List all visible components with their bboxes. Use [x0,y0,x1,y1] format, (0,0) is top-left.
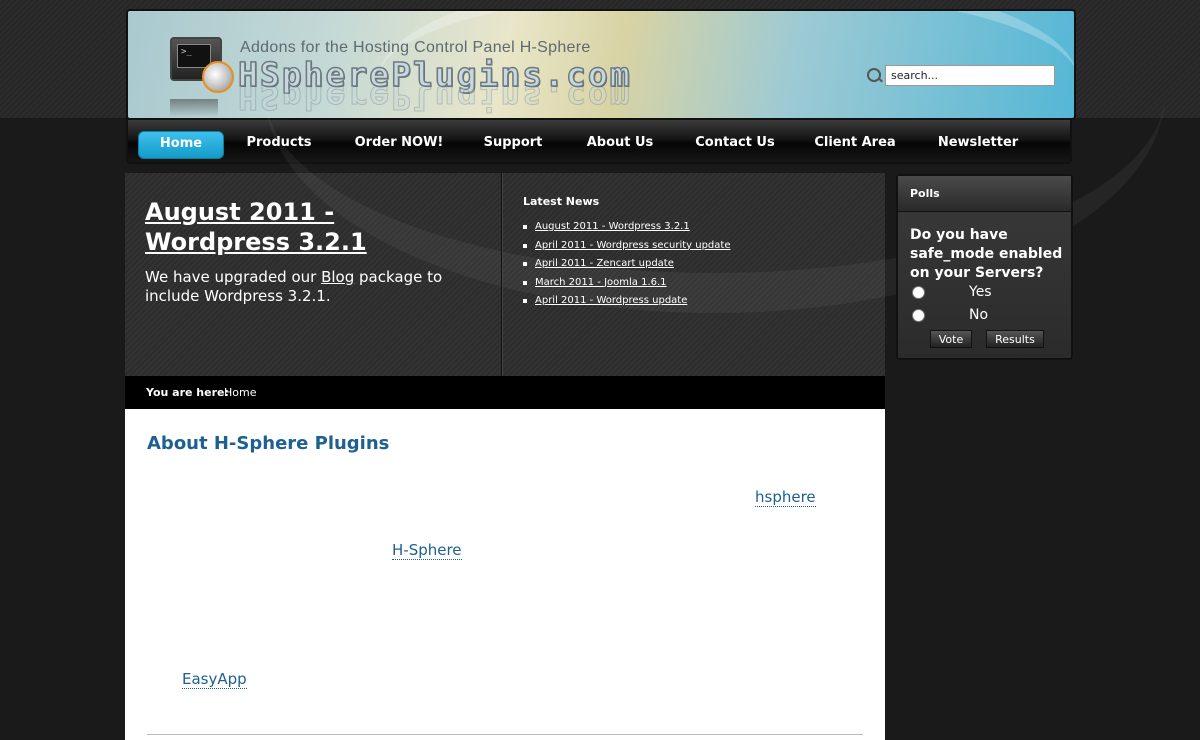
logo-reflection [170,99,218,117]
feature-text-before: We have upgraded our [145,268,322,286]
news-item[interactable]: August 2011 - Wordpress 3.2.1 [523,218,730,237]
easyapp-link[interactable]: EasyApp [182,670,247,689]
feature-text: We have upgraded our Blog package to inc… [145,268,495,306]
poll-option-yes[interactable]: Yes [912,284,992,300]
terminal-screen: >_ [177,44,211,68]
page-title: About H-Sphere Plugins [147,433,390,454]
feature-divider [501,173,502,376]
latest-news-list: August 2011 - Wordpress 3.2.1 April 2011… [523,218,730,311]
news-item[interactable]: April 2011 - Zencart update [523,255,730,274]
news-item[interactable]: March 2011 - Joomla 1.6.1 [523,274,730,293]
radio-button[interactable] [912,308,925,322]
poll-option-label: No [969,307,989,323]
content-divider [147,734,863,735]
hsphere-link[interactable]: hsphere [755,488,816,507]
h-sphere-link[interactable]: H-Sphere [392,541,462,560]
latest-news-title: Latest News [523,195,600,208]
news-item[interactable]: April 2011 - Wordpress security update [523,237,730,256]
polls-heading: Polls [898,176,1071,212]
breadcrumb: You are here: Home [125,376,885,409]
plug-icon [202,61,234,93]
main-content: About H-Sphere Plugins hsphere H-Sphere … [125,409,885,740]
poll-option-no[interactable]: No [912,307,988,323]
poll-question: Do you have safe_mode enabled on your Se… [910,227,1063,281]
vote-button[interactable]: Vote [930,330,972,348]
polls-panel: Polls Do you have safe_mode enabled on y… [896,174,1073,360]
feature-title[interactable]: August 2011 - Wordpress 3.2.1 [145,197,475,257]
blog-link[interactable]: Blog [321,268,354,286]
results-button[interactable]: Results [986,330,1044,348]
feature-panel: August 2011 - Wordpress 3.2.1 We have up… [125,173,1165,376]
radio-button[interactable] [912,285,925,299]
poll-option-label: Yes [969,284,992,300]
nav-item-home[interactable]: Home [138,131,224,159]
breadcrumb-home[interactable]: Home [224,376,256,409]
breadcrumb-label: You are here: [146,386,229,399]
news-item[interactable]: April 2011 - Wordpress update [523,292,730,311]
